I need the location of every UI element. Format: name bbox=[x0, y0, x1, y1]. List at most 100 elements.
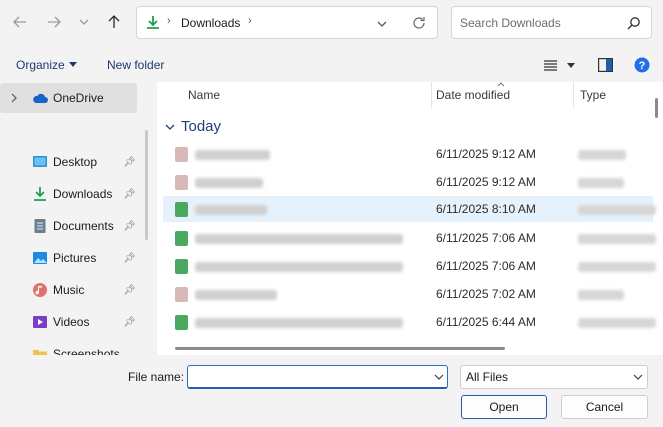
sidebar-item-music[interactable]: Music 📌︎ bbox=[0, 275, 137, 305]
cancel-button[interactable]: Cancel bbox=[561, 395, 648, 419]
sidebar-item-downloads[interactable]: Downloads 📌︎ bbox=[0, 179, 137, 209]
file-name-redacted bbox=[195, 178, 263, 188]
file-date: 6/11/2025 7:06 AM bbox=[436, 231, 536, 245]
chevron-down-icon bbox=[79, 19, 89, 25]
file-type-redacted bbox=[578, 150, 626, 160]
file-icon bbox=[175, 287, 188, 302]
navigation-pane: OneDrive Desktop 📌︎ Downloads 📌︎ Documen… bbox=[0, 82, 155, 355]
pin-icon: 📌︎ bbox=[123, 252, 136, 264]
column-divider[interactable] bbox=[573, 82, 574, 108]
sort-indicator-icon bbox=[497, 82, 505, 87]
navigation-scrollbar[interactable] bbox=[145, 130, 148, 240]
search-box[interactable] bbox=[451, 6, 652, 39]
sidebar-item-label: Documents bbox=[53, 219, 114, 233]
chevron-down-icon[interactable] bbox=[434, 373, 444, 381]
sidebar-item-videos[interactable]: Videos 📌︎ bbox=[0, 307, 137, 337]
file-icon bbox=[175, 259, 188, 274]
file-name-label: File name: bbox=[128, 370, 185, 384]
organize-label: Organize bbox=[16, 58, 65, 72]
file-name-redacted bbox=[195, 290, 277, 300]
table-row[interactable]: 6/11/2025 8:10 AM bbox=[163, 196, 656, 222]
file-name-combobox[interactable] bbox=[187, 365, 448, 389]
recent-locations-button[interactable] bbox=[72, 10, 96, 34]
breadcrumb-separator-end: › bbox=[248, 15, 252, 27]
pin-icon: 📌︎ bbox=[123, 188, 136, 200]
arrow-left-icon bbox=[13, 16, 26, 28]
view-options-button[interactable] bbox=[544, 60, 575, 71]
sidebar-item-onedrive[interactable]: OneDrive bbox=[0, 83, 137, 113]
table-row[interactable]: 6/11/2025 9:12 AM bbox=[163, 141, 653, 167]
refresh-icon[interactable] bbox=[412, 16, 426, 30]
caret-down-icon bbox=[68, 62, 77, 67]
address-bar[interactable]: › Downloads › bbox=[136, 6, 438, 39]
address-dropdown-icon[interactable] bbox=[377, 19, 387, 29]
svg-text:?: ? bbox=[639, 60, 646, 72]
search-input[interactable] bbox=[460, 15, 625, 30]
chevron-down-icon bbox=[633, 374, 643, 380]
organize-button[interactable]: Organize bbox=[16, 58, 77, 72]
table-row[interactable]: 6/11/2025 7:06 AM bbox=[163, 225, 656, 251]
file-type-redacted bbox=[578, 234, 656, 244]
file-date: 6/11/2025 6:44 AM bbox=[436, 315, 536, 329]
table-row[interactable]: 6/11/2025 9:12 AM bbox=[163, 169, 653, 195]
search-icon[interactable] bbox=[627, 16, 641, 30]
download-icon bbox=[147, 16, 159, 29]
file-type-redacted bbox=[578, 205, 656, 215]
dialog-footer: File name: All Files Open Cancel bbox=[0, 355, 663, 427]
table-row[interactable]: 6/11/2025 7:02 AM bbox=[163, 281, 653, 307]
document-icon bbox=[34, 219, 46, 233]
file-icon bbox=[175, 147, 188, 162]
file-list: Name Date modified Type Today 6/11/2025 … bbox=[157, 82, 663, 355]
column-header-date[interactable]: Date modified bbox=[436, 88, 510, 102]
sidebar-item-pictures[interactable]: Pictures 📌︎ bbox=[0, 243, 137, 273]
forward-button[interactable] bbox=[42, 10, 66, 34]
file-type-select[interactable]: All Files bbox=[460, 365, 648, 389]
preview-pane-icon[interactable] bbox=[598, 58, 613, 72]
file-date: 6/11/2025 9:12 AM bbox=[436, 175, 536, 189]
folder-icon bbox=[33, 350, 47, 355]
column-divider[interactable] bbox=[431, 82, 432, 108]
sidebar-item-label: Videos bbox=[53, 315, 90, 329]
column-header-type[interactable]: Type bbox=[580, 88, 606, 102]
back-button[interactable] bbox=[8, 10, 32, 34]
sidebar-item-desktop[interactable]: Desktop 📌︎ bbox=[0, 147, 137, 177]
cloud-icon bbox=[33, 93, 48, 103]
sidebar-item-documents[interactable]: Documents 📌︎ bbox=[0, 211, 137, 241]
open-button[interactable]: Open bbox=[461, 395, 547, 419]
sidebar-item-label: Downloads bbox=[53, 187, 113, 201]
list-view-icon bbox=[544, 60, 557, 71]
file-date: 6/11/2025 7:06 AM bbox=[436, 259, 536, 273]
desktop-icon bbox=[33, 156, 47, 167]
expand-chevron-icon[interactable] bbox=[10, 93, 18, 103]
file-icon bbox=[175, 315, 188, 330]
file-name-input[interactable] bbox=[194, 369, 424, 383]
file-type-redacted bbox=[578, 262, 656, 272]
music-icon bbox=[33, 283, 47, 297]
sidebar-item-label: OneDrive bbox=[53, 91, 104, 105]
column-header-name[interactable]: Name bbox=[188, 88, 220, 102]
file-name-redacted bbox=[195, 262, 403, 272]
pin-icon: 📌︎ bbox=[123, 284, 136, 296]
table-row[interactable]: 6/11/2025 7:06 AM bbox=[163, 253, 656, 279]
video-icon bbox=[33, 316, 47, 328]
file-date: 6/11/2025 7:02 AM bbox=[436, 287, 536, 301]
file-icon bbox=[175, 175, 188, 190]
horizontal-scrollbar-thumb[interactable] bbox=[175, 347, 505, 350]
file-type-redacted bbox=[578, 318, 656, 328]
group-header-today[interactable]: Today bbox=[165, 118, 221, 135]
breadcrumb-downloads[interactable]: Downloads bbox=[181, 16, 240, 30]
vertical-scrollbar-thumb[interactable] bbox=[655, 98, 658, 118]
collapse-chevron-icon bbox=[165, 124, 175, 130]
sidebar-item-screenshots[interactable]: Screenshots bbox=[0, 339, 137, 355]
sidebar-item-label: Screenshots bbox=[53, 347, 120, 355]
file-icon bbox=[175, 202, 188, 217]
new-folder-button[interactable]: New folder bbox=[107, 58, 164, 72]
table-row[interactable]: 6/11/2025 6:44 AM bbox=[163, 309, 656, 335]
command-bar: Organize New folder ? bbox=[0, 52, 663, 80]
up-button[interactable] bbox=[102, 10, 126, 34]
sidebar-item-label: Pictures bbox=[53, 251, 97, 265]
help-icon[interactable]: ? bbox=[634, 57, 650, 73]
file-name-redacted bbox=[195, 205, 267, 215]
file-type-redacted bbox=[578, 290, 624, 300]
open-button-label: Open bbox=[489, 400, 519, 414]
